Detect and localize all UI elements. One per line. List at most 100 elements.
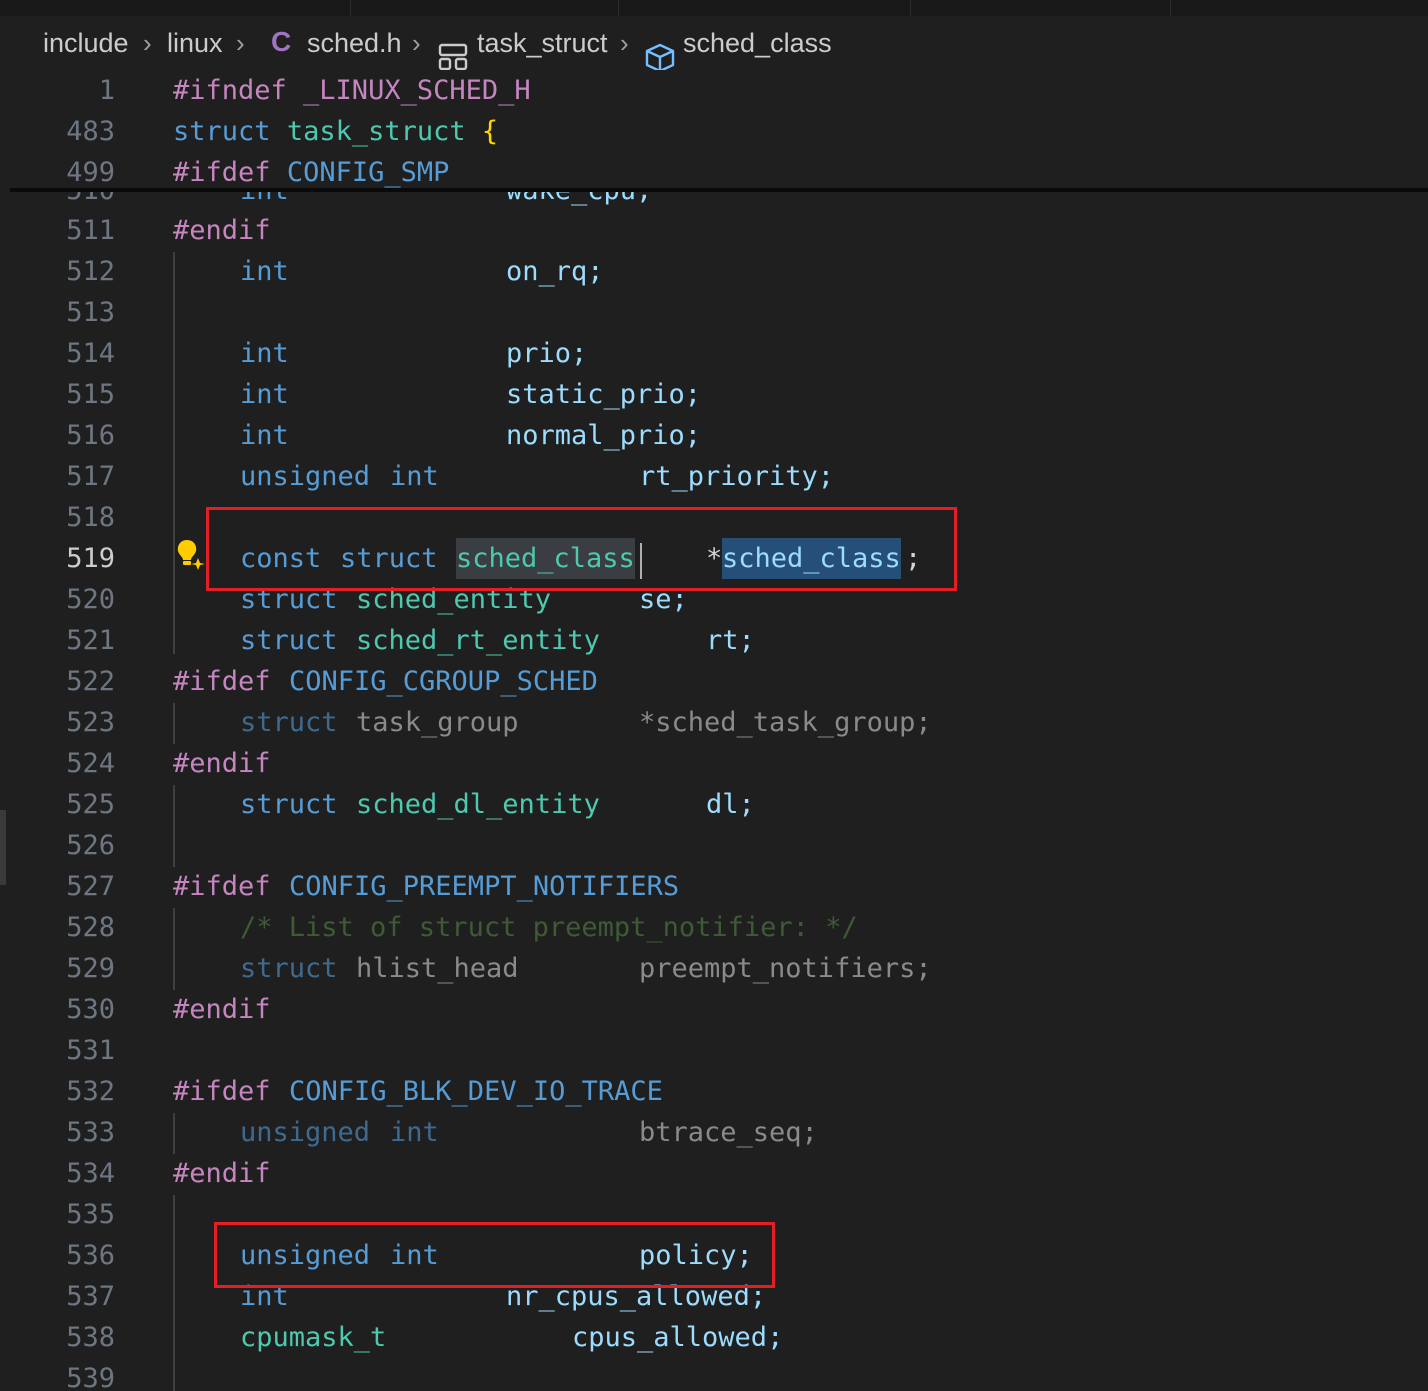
line-number: 521 bbox=[66, 625, 115, 656]
code-macro: CONFIG_CGROUP_SCHED bbox=[289, 666, 598, 697]
code-text: #ifndef _LINUX_SCHED_H bbox=[173, 75, 531, 106]
breadcrumb-file[interactable]: sched.h bbox=[307, 28, 402, 59]
code-keyword: struct bbox=[240, 953, 338, 984]
code-text: #ifdef CONFIG_SMP bbox=[173, 157, 450, 188]
annotation-box-policy bbox=[214, 1222, 775, 1288]
code-keyword: unsigned bbox=[240, 461, 371, 492]
annotation-box-sched-class bbox=[206, 507, 957, 591]
line-number: 524 bbox=[66, 748, 115, 779]
line-number: 514 bbox=[66, 338, 115, 369]
code-line[interactable]: 517 unsigned int rt_priority; bbox=[0, 456, 1428, 497]
code-line[interactable]: 532 #ifdef CONFIG_BLK_DEV_IO_TRACE bbox=[0, 1071, 1428, 1112]
code-line[interactable]: 538 cpumask_t cpus_allowed; bbox=[0, 1317, 1428, 1358]
line-number: 483 bbox=[66, 116, 115, 147]
chevron-right-icon: › bbox=[620, 28, 629, 58]
code-keyword: struct bbox=[240, 707, 338, 738]
code-line[interactable]: 525 struct sched_dl_entity dl; bbox=[0, 784, 1428, 825]
code-line[interactable]: 529 struct hlist_head preempt_notifiers; bbox=[0, 948, 1428, 989]
code-keyword: unsigned bbox=[240, 1117, 371, 1148]
lightbulb-icon[interactable] bbox=[174, 538, 208, 572]
line-number: 511 bbox=[66, 215, 115, 246]
code-macro: CONFIG_PREEMPT_NOTIFIERS bbox=[289, 871, 680, 902]
code-line[interactable]: 512 int on_rq; bbox=[0, 251, 1428, 292]
code-type: task_group bbox=[356, 707, 519, 738]
code-type: int bbox=[240, 256, 289, 287]
sticky-line[interactable]: 483 struct task_struct { bbox=[10, 111, 1428, 152]
code-preprocessor: #endif bbox=[173, 1158, 271, 1189]
line-number: 529 bbox=[66, 953, 115, 984]
code-line[interactable]: 513 bbox=[0, 292, 1428, 333]
code-text: struct task_struct { bbox=[173, 116, 499, 147]
code-line[interactable]: 522 #ifdef CONFIG_CGROUP_SCHED bbox=[0, 661, 1428, 702]
breadcrumb-include[interactable]: include bbox=[43, 28, 129, 59]
line-number: 533 bbox=[66, 1117, 115, 1148]
code-type: sched_dl_entity bbox=[356, 789, 600, 820]
code-identifier: preempt_notifiers; bbox=[639, 953, 932, 984]
line-number: 532 bbox=[66, 1076, 115, 1107]
tab-strip bbox=[0, 0, 1428, 16]
breadcrumb-struct[interactable]: task_struct bbox=[477, 28, 608, 59]
code-line[interactable]: 523 struct task_group *sched_task_group; bbox=[0, 702, 1428, 743]
line-number: 530 bbox=[66, 994, 115, 1025]
code-line[interactable]: 533 unsigned int btrace_seq; bbox=[0, 1112, 1428, 1153]
chevron-right-icon: › bbox=[236, 28, 245, 58]
line-number: 523 bbox=[66, 707, 115, 738]
sticky-scroll[interactable]: 1 #ifndef _LINUX_SCHED_H 483 struct task… bbox=[10, 70, 1428, 188]
code-line[interactable]: 527 #ifdef CONFIG_PREEMPT_NOTIFIERS bbox=[0, 866, 1428, 907]
code-line[interactable]: 514 int prio; bbox=[0, 333, 1428, 374]
line-number: 539 bbox=[66, 1363, 115, 1391]
code-line[interactable]: 526 bbox=[0, 825, 1428, 866]
struct-icon bbox=[438, 43, 468, 71]
code-line[interactable]: 531 bbox=[0, 1030, 1428, 1071]
line-number: 526 bbox=[66, 830, 115, 861]
code-line[interactable]: 524 #endif bbox=[0, 743, 1428, 784]
code-preprocessor: #endif bbox=[173, 994, 271, 1025]
tab-separator bbox=[910, 0, 911, 16]
code-type: hlist_head bbox=[356, 953, 519, 984]
code-type: sched_rt_entity bbox=[356, 625, 600, 656]
code-line[interactable]: 539 bbox=[0, 1358, 1428, 1391]
code-identifier: dl; bbox=[706, 789, 755, 820]
code-keyword: struct bbox=[240, 789, 338, 820]
line-number: 528 bbox=[66, 912, 115, 943]
code-type: int bbox=[240, 420, 289, 451]
code-keyword: struct bbox=[240, 625, 338, 656]
line-number: 535 bbox=[66, 1199, 115, 1230]
field-icon bbox=[645, 43, 675, 73]
breadcrumb-linux[interactable]: linux bbox=[167, 28, 223, 59]
line-number: 517 bbox=[66, 461, 115, 492]
code-line[interactable]: 516 int normal_prio; bbox=[0, 415, 1428, 456]
line-number: 499 bbox=[66, 157, 115, 188]
code-preprocessor: #ifdef bbox=[173, 1076, 271, 1107]
code-identifier: btrace_seq; bbox=[639, 1117, 818, 1148]
sticky-line[interactable]: 1 #ifndef _LINUX_SCHED_H bbox=[10, 70, 1428, 111]
line-number: 537 bbox=[66, 1281, 115, 1312]
code-identifier: rt; bbox=[706, 625, 755, 656]
code-type: int bbox=[390, 461, 439, 492]
tab-separator bbox=[1170, 0, 1171, 16]
line-number: 520 bbox=[66, 584, 115, 615]
code-identifier: rt_priority; bbox=[639, 461, 835, 492]
code-line[interactable]: 521 struct sched_rt_entity rt; bbox=[0, 620, 1428, 661]
code-preprocessor: #endif bbox=[173, 748, 271, 779]
sticky-line[interactable]: 499 #ifdef CONFIG_SMP bbox=[10, 152, 1428, 188]
line-number: 515 bbox=[66, 379, 115, 410]
chevron-right-icon: › bbox=[143, 28, 152, 58]
code-line[interactable]: 515 int static_prio; bbox=[0, 374, 1428, 415]
code-line[interactable]: 511 #endif bbox=[0, 210, 1428, 251]
file-c-icon: C bbox=[271, 26, 292, 57]
line-number: 513 bbox=[66, 297, 115, 328]
code-text: #endif bbox=[173, 215, 271, 246]
code-line[interactable]: 528 /* List of struct preempt_notifier: … bbox=[0, 907, 1428, 948]
breadcrumb-symbol[interactable]: sched_class bbox=[683, 28, 832, 59]
line-number: 1 bbox=[98, 75, 115, 106]
code-line[interactable]: 530 #endif bbox=[0, 989, 1428, 1030]
line-number: 531 bbox=[66, 1035, 115, 1066]
code-editor[interactable]: 510 int wake_cpu; 511 #endif 512 int on_… bbox=[0, 188, 1428, 1391]
code-type: cpumask_t bbox=[240, 1322, 387, 1353]
code-type: int bbox=[390, 1117, 439, 1148]
code-line[interactable]: 534 #endif bbox=[0, 1153, 1428, 1194]
code-identifier: prio; bbox=[506, 338, 588, 369]
code-identifier: static_prio; bbox=[506, 379, 702, 410]
code-identifier: cpus_allowed; bbox=[572, 1322, 784, 1353]
